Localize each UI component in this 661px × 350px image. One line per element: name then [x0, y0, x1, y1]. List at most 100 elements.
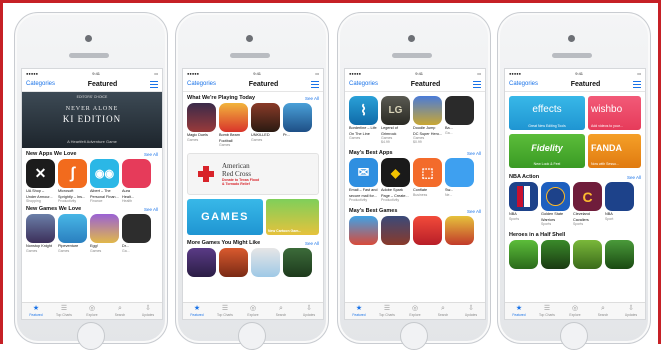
home-button[interactable]	[77, 322, 105, 350]
tab-explore[interactable]: ◎ Explore	[79, 305, 105, 317]
front-camera	[568, 35, 575, 42]
tab-search[interactable]: ⌕ Search	[107, 305, 133, 317]
wishbone-banner[interactable]: wishbo Add videos to your...	[588, 96, 641, 130]
fandango-banner[interactable]: FANDA Now with Sesso...	[588, 134, 641, 168]
app-row: ⌇ Borderline – Life On The Line Games LG Leg…	[345, 96, 485, 144]
list-menu-icon[interactable]	[632, 80, 641, 88]
app-tile[interactable]: Doodle Jump DC Super Hero... Games $0.99	[413, 96, 442, 144]
app-tile[interactable]	[573, 240, 602, 269]
home-button[interactable]	[400, 322, 428, 350]
list-menu-icon[interactable]	[149, 80, 158, 88]
app-name: Bomb Beam	[219, 133, 240, 137]
tab-featured[interactable]: ★ Featured	[23, 305, 49, 317]
see-all-link[interactable]: See All	[627, 175, 641, 180]
tab-explore[interactable]: ◎ Explore	[240, 305, 266, 317]
section-title: More Games You Might Like	[187, 240, 261, 246]
list-menu-icon[interactable]	[310, 80, 319, 88]
app-tile[interactable]: Magic Duels Games	[187, 103, 216, 147]
app-tile[interactable]: Ba... Ga...	[445, 96, 474, 144]
app-tile[interactable]: UNKILLED Games	[251, 103, 280, 147]
app-tile[interactable]	[381, 216, 410, 245]
tab-search[interactable]: ⌕ Search	[590, 305, 616, 317]
app-tile[interactable]	[349, 216, 378, 245]
tab-updates[interactable]: ⇩ Updates	[135, 305, 161, 317]
see-all-link[interactable]: See All	[305, 241, 319, 246]
app-tile[interactable]: NBA Sports	[509, 182, 538, 226]
app-tile[interactable]: Golden State Warriors Sports	[541, 182, 570, 226]
tab-featured[interactable]: ★ Featured	[506, 305, 532, 317]
app-tile[interactable]	[509, 240, 538, 269]
categories-button[interactable]: Categories	[26, 81, 55, 87]
tab-top-charts[interactable]: ☰ Top Charts	[374, 305, 400, 317]
app-tile[interactable]	[251, 248, 280, 277]
cartoon-banner-caption: New Cartoon Gam...	[268, 229, 302, 233]
app-tile[interactable]: Pr...	[283, 103, 312, 147]
list-menu-icon[interactable]	[472, 80, 481, 88]
app-store-screen-1: ●●●●● 9:41 ▭ Categories Featured EDITORS' …	[21, 68, 163, 320]
cartoon-banner[interactable]: New Cartoon Gam...	[266, 199, 319, 235]
app-tile[interactable]: Pipeventure Games	[58, 214, 87, 253]
home-button[interactable]	[560, 322, 588, 350]
tab-top-charts[interactable]: ☰ Top Charts	[51, 305, 77, 317]
earpiece-speaker	[69, 53, 109, 58]
app-tile[interactable]: ✉ Email – Fast and secure mail for... Produ…	[349, 158, 378, 202]
red-cross-banner[interactable]: American Red Cross Donate to Texas Flood…	[187, 153, 319, 195]
tab-updates[interactable]: ⇩ Updates	[458, 305, 484, 317]
app-tile[interactable]: Sw... Ne...	[445, 158, 474, 202]
home-button[interactable]	[238, 322, 266, 350]
see-all-link[interactable]: See All	[467, 209, 481, 214]
tab-search[interactable]: ⌕ Search	[268, 305, 294, 317]
categories-button[interactable]: Categories	[187, 81, 216, 87]
app-tile[interactable]: ⌇ Borderline – Life On The Line Games	[349, 96, 378, 144]
tab-explore[interactable]: ◎ Explore	[402, 305, 428, 317]
app-tile[interactable]: Dr... Ga...	[122, 214, 151, 253]
app-tile[interactable]: Egg! Games	[90, 214, 119, 253]
tab-search[interactable]: ⌕ Search	[430, 305, 456, 317]
adobe-spark-page-icon: ◆	[381, 158, 410, 187]
app-tile[interactable]	[541, 240, 570, 269]
categories-button[interactable]: Categories	[349, 81, 378, 87]
app-tile[interactable]: ◉◉ Albert – The Personal Finan... Finance	[90, 159, 119, 203]
app-tile[interactable]: ⬚ Conflate Business	[413, 158, 442, 202]
app-tile[interactable]: NBA Sport	[605, 182, 634, 226]
iphone-3: ●●●●● 9:41 ▭ Categories Featured ⌇ Borderli…	[337, 12, 491, 350]
app-tile[interactable]	[445, 216, 474, 245]
bomb-beam-football-icon	[219, 103, 248, 132]
tab-explore[interactable]: ◎ Explore	[562, 305, 588, 317]
app-tile[interactable]	[413, 216, 442, 245]
tab-top-charts[interactable]: ☰ Top Charts	[212, 305, 238, 317]
app-row: Magic Duels Games Bomb Beam Football Games …	[183, 103, 323, 147]
star-icon: ★	[32, 305, 40, 312]
see-all-link[interactable]: See All	[144, 152, 158, 157]
app-tile[interactable]	[187, 248, 216, 277]
tab-featured[interactable]: ★ Featured	[346, 305, 372, 317]
app-category: Productivity	[381, 198, 400, 202]
red-cross-logo-icon	[198, 166, 214, 182]
app-tile[interactable]: ◆ Adobe Spark Page – Create... Productivity	[381, 158, 410, 202]
tab-updates[interactable]: ⇩ Updates	[618, 305, 644, 317]
tab-top-charts[interactable]: ☰ Top Charts	[534, 305, 560, 317]
app-tile[interactable]	[605, 240, 634, 269]
hero-banner-never-alone[interactable]: EDITORS' CHOICE NEVER ALONE KI EDITION A…	[22, 92, 162, 148]
effects-banner[interactable]: effects Great New Editing Tools	[509, 96, 585, 130]
app-tile[interactable]	[219, 248, 248, 277]
categories-button[interactable]: Categories	[509, 81, 538, 87]
app-tile[interactable]: Aura Healt... Health	[122, 159, 151, 203]
app-tile[interactable]: Nonstop Knight Games	[26, 214, 55, 253]
tab-featured[interactable]: ★ Featured	[184, 305, 210, 317]
fidelity-banner[interactable]: Fidelity New Look & Feel	[509, 134, 585, 168]
game-icon	[283, 103, 312, 132]
app-tile[interactable]: ʃ Microsoft Sprightly – Ins... Productivity	[58, 159, 87, 203]
tab-updates[interactable]: ⇩ Updates	[296, 305, 322, 317]
see-all-link[interactable]: See All	[305, 96, 319, 101]
see-all-link[interactable]: See All	[144, 207, 158, 212]
games-banner[interactable]: GAMES	[187, 199, 263, 235]
magic-duels-icon	[187, 103, 216, 132]
app-tile[interactable]: LG Legend of Grimrock Games $4.99	[381, 96, 410, 144]
warriors-logo-icon	[541, 182, 570, 211]
app-tile[interactable]: C Cleveland Cavaliers Sports	[573, 182, 602, 226]
app-tile[interactable]: ✕ UA Shop – Under Armour... Shopping	[26, 159, 55, 203]
app-tile[interactable]	[283, 248, 312, 277]
see-all-link[interactable]: See All	[467, 151, 481, 156]
app-tile[interactable]: Bomb Beam Football Games	[219, 103, 248, 147]
